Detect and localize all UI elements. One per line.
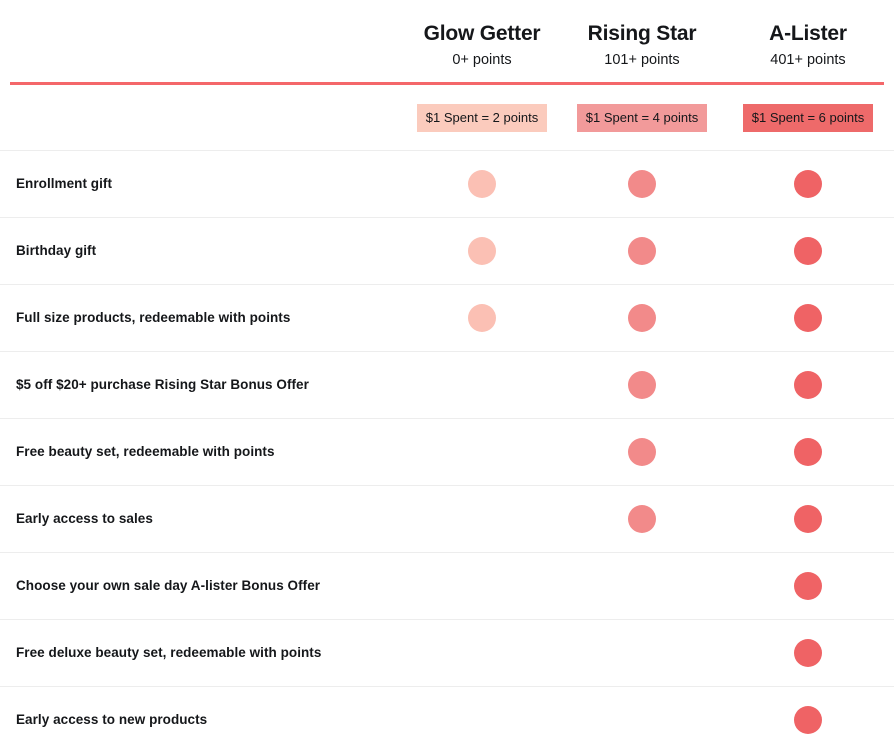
benefit-cell [722,418,894,486]
included-dot-icon [794,236,822,265]
included-dot-icon [628,370,656,399]
benefit-cell [562,552,722,620]
benefit-label: Free beauty set, redeemable with points [0,418,402,486]
benefit-cell [402,150,562,218]
included-dot-icon [468,236,496,265]
tier-points-rising-star: 101+ points [604,51,680,68]
tier-header-glow-getter: Glow Getter 0+ points [402,0,562,82]
benefit-cell [722,217,894,285]
tier-header-row: Glow Getter 0+ points Rising Star 101+ p… [0,0,894,82]
benefit-cell [722,552,894,620]
tier-header-a-lister: A-Lister 401+ points [722,0,894,82]
benefit-cell [402,418,562,486]
benefit-rows: Enrollment gift Birthday gift Full size pr… [0,150,894,753]
tier-name-rising-star: Rising Star [587,22,697,45]
label-column-header [0,0,402,82]
benefit-label: Choose your own sale day A-lister Bonus … [0,552,402,620]
benefit-cell [562,150,722,218]
benefit-cell [562,217,722,285]
benefit-cell [562,418,722,486]
benefit-cell [722,150,894,218]
benefit-cell [402,552,562,620]
included-dot-icon [794,638,822,667]
included-dot-icon [468,303,496,332]
benefit-cell [722,619,894,687]
earn-rate-label-spacer [0,84,402,151]
table-row: Early access to sales [0,485,894,553]
benefit-cell [722,284,894,352]
benefit-cell [402,619,562,687]
included-dot-icon [794,705,822,734]
earn-rate-cell-a-lister: $1 Spent = 6 points [722,84,894,151]
table-row: Free deluxe beauty set, redeemable with … [0,619,894,687]
benefit-label: Enrollment gift [0,150,402,218]
tier-header-rising-star: Rising Star 101+ points [562,0,722,82]
included-dot-icon [628,236,656,265]
benefit-cell [402,351,562,419]
benefit-label: Early access to sales [0,485,402,553]
table-row: Full size products, redeemable with poin… [0,284,894,352]
table-header: Glow Getter 0+ points Rising Star 101+ p… [0,0,894,151]
included-dot-icon [628,303,656,332]
benefit-label: $5 off $20+ purchase Rising Star Bonus O… [0,351,402,419]
tier-name-glow-getter: Glow Getter [423,22,541,45]
benefit-label: Full size products, redeemable with poin… [0,284,402,352]
benefit-cell [402,284,562,352]
table-row: Enrollment gift [0,150,894,218]
benefit-cell [402,217,562,285]
benefit-label: Birthday gift [0,217,402,285]
earn-rate-cell-glow-getter: $1 Spent = 2 points [402,84,562,151]
earn-rate-badge-glow-getter: $1 Spent = 2 points [416,103,548,132]
included-dot-icon [794,303,822,332]
included-dot-icon [794,169,822,198]
tier-points-glow-getter: 0+ points [452,51,512,68]
included-dot-icon [794,437,822,466]
benefit-cell [562,284,722,352]
table-row: $5 off $20+ purchase Rising Star Bonus O… [0,351,894,419]
benefit-cell [562,351,722,419]
benefit-cell [722,351,894,419]
earn-rate-badge-rising-star: $1 Spent = 4 points [576,103,708,132]
earn-rate-cell-rising-star: $1 Spent = 4 points [562,84,722,151]
included-dot-icon [794,370,822,399]
benefit-label: Free deluxe beauty set, redeemable with … [0,619,402,687]
earn-rate-badge-a-lister: $1 Spent = 6 points [742,103,874,132]
included-dot-icon [628,437,656,466]
earn-rate-row: $1 Spent = 2 points $1 Spent = 4 points … [0,84,894,151]
included-dot-icon [794,571,822,600]
benefit-cell [402,485,562,553]
tier-points-a-lister: 401+ points [770,51,846,68]
tier-name-a-lister: A-Lister [769,22,847,45]
included-dot-icon [628,504,656,533]
benefit-cell [562,619,722,687]
included-dot-icon [794,504,822,533]
loyalty-tier-comparison-table: Glow Getter 0+ points Rising Star 101+ p… [0,0,894,753]
included-dot-icon [628,169,656,198]
table-row: Free beauty set, redeemable with points [0,418,894,486]
table-row: Choose your own sale day A-lister Bonus … [0,552,894,620]
included-dot-icon [468,169,496,198]
benefit-cell [562,485,722,553]
benefit-cell [722,485,894,553]
table-row: Birthday gift [0,217,894,285]
